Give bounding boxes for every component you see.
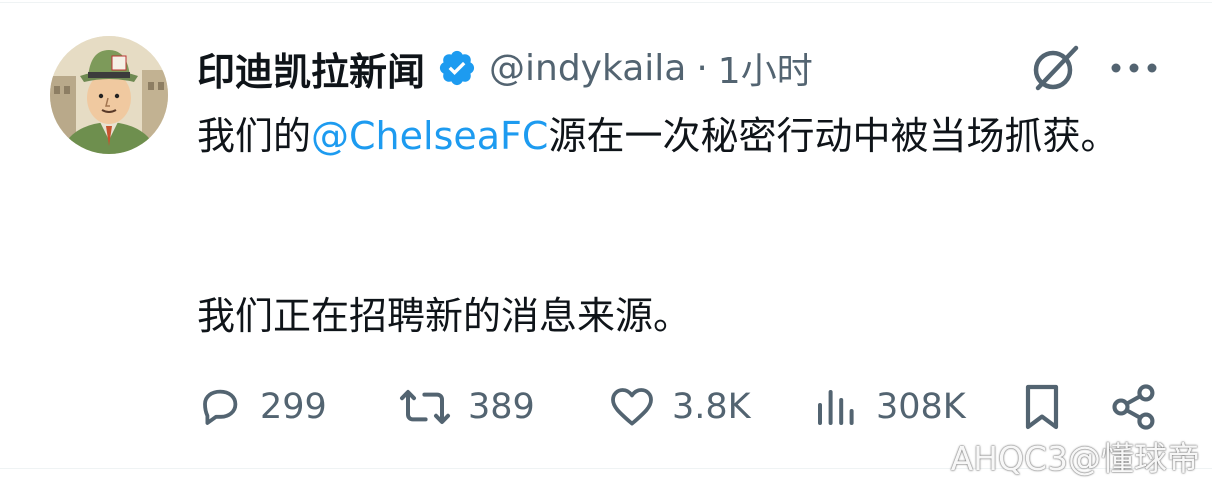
timestamp[interactable]: 1小时 (718, 42, 813, 94)
mention-link[interactable]: @ChelseaFC (311, 114, 548, 158)
reply-icon (203, 389, 238, 425)
retweet-icon (400, 390, 450, 424)
retweet-button[interactable]: 389 (398, 380, 535, 434)
display-name[interactable]: 印迪凯拉新闻 (197, 41, 425, 96)
tweet-card[interactable]: 印迪凯拉新闻 @indykaila · 1小时 我们的@ChelseaFC源在一… (0, 0, 1212, 486)
watermark: AHQC3@懂球帝 (950, 439, 1200, 478)
avatar[interactable] (50, 36, 168, 154)
reply-button[interactable]: 299 (196, 380, 327, 434)
handle[interactable]: @indykaila (489, 48, 686, 89)
tweet-text-paragraph-2: 我们正在招聘新的消息来源。 (197, 294, 692, 338)
views-icon (818, 390, 854, 425)
top-divider (0, 2, 1212, 3)
like-button[interactable]: 3.8K (608, 380, 751, 434)
separator-dot: · (696, 47, 708, 89)
like-icon (611, 388, 653, 426)
verified-badge-icon (439, 50, 475, 86)
grok-icon[interactable] (1026, 40, 1084, 96)
bookmark-icon (1025, 384, 1059, 430)
views-count: 308K (876, 387, 966, 427)
more-icon[interactable] (1108, 56, 1160, 80)
reply-count: 299 (260, 387, 327, 427)
bookmark-button[interactable] (1018, 380, 1066, 434)
retweet-count: 389 (468, 387, 535, 427)
tweet-text-paragraph-1: 我们的@ChelseaFC源在一次秘密行动中被当场抓获。 (197, 106, 1172, 166)
tweet-header: 印迪凯拉新闻 @indykaila · 1小时 (197, 40, 957, 96)
share-icon (1112, 384, 1155, 430)
share-button[interactable] (1108, 380, 1160, 434)
views-button[interactable]: 308K (812, 380, 966, 434)
text-prefix: 我们的 (197, 114, 312, 158)
tweet-text: 我们的@ChelseaFC源在一次秘密行动中被当场抓获。 我们正在招聘新的消息来… (197, 106, 1172, 346)
text-suffix: 源在一次秘密行动中被当场抓获。 (548, 114, 1119, 158)
like-count: 3.8K (672, 387, 751, 427)
